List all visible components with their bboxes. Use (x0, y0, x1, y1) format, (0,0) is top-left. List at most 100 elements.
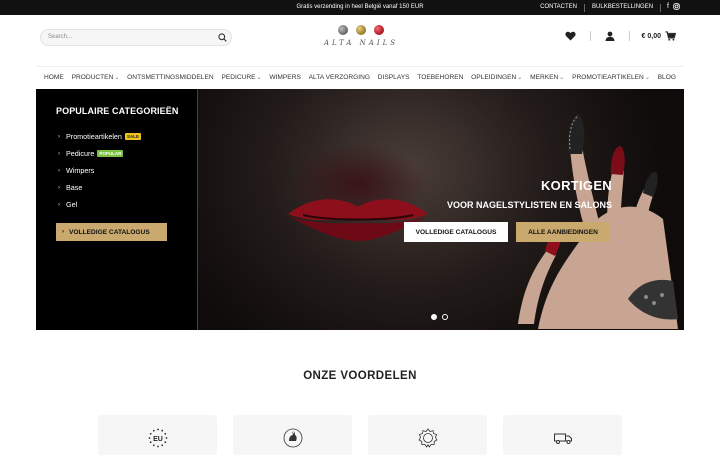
chevron-down-icon: ⌄ (517, 75, 523, 81)
logo-dot (338, 25, 348, 35)
nav-item-label: BLOG (657, 74, 676, 81)
full-catalog-button[interactable]: › VOLLEDIGE CATALOGUS (56, 223, 167, 241)
social-links: f (667, 3, 680, 12)
category-item[interactable]: › Pedicure POPULAR (58, 145, 141, 162)
chevron-right-icon: › (58, 184, 60, 191)
chevron-right-icon: › (58, 133, 60, 140)
advantage-card (503, 415, 622, 455)
hero-slide[interactable]: KORTIGEN VOOR NAGELSTYLISTEN EN SALONS V… (198, 89, 684, 330)
category-label: Base (66, 183, 83, 192)
cart-total: € 0,00 (641, 32, 661, 40)
cruelty-free-icon (283, 428, 303, 448)
nav-item-producten[interactable]: PRODUCTEN⌄ (72, 74, 120, 81)
nav-item-pedicure[interactable]: PEDICURE⌄ (221, 74, 261, 81)
nav-item-promotieartikelen[interactable]: PROMOTIEARTIKELEN⌄ (572, 74, 650, 81)
hero-banner: POPULAIRE CATEGORIEËN › Promotieartikelen… (36, 89, 684, 330)
chevron-down-icon: ⌄ (644, 75, 650, 81)
site-logo[interactable]: ALTA NAILS (316, 25, 406, 55)
slide-offers-button[interactable]: ALLE AANBIEDINGEN (516, 222, 610, 242)
nav-item-ontsmettingsmiddelen[interactable]: ONTSMETTINGSMIDDELEN (127, 74, 213, 81)
nav-item-wimpers[interactable]: WIMPERS (269, 74, 301, 81)
search-icon[interactable] (218, 33, 227, 42)
search-input[interactable]: Search... (40, 29, 232, 46)
logo-dots (316, 25, 406, 35)
category-item[interactable]: › Gel (58, 196, 141, 213)
nav-item-label: ALTA VERZORGING (308, 74, 370, 81)
eu-icon: EU (148, 428, 168, 448)
contact-link[interactable]: CONTACTEN (533, 0, 584, 15)
nav-item-alta-verzorging[interactable]: ALTA VERZORGING (309, 74, 370, 81)
bulk-orders-link[interactable]: BULKBESTELLINGEN (585, 0, 660, 15)
categories-title: POPULAIRE CATEGORIEËN (56, 106, 179, 116)
nav-item-label: PEDICURE (221, 74, 256, 81)
slider-dots (431, 314, 448, 320)
site-header: Search... ALTA NAILS € 0,00 (0, 15, 720, 65)
main-nav: HOME PRODUCTEN⌄ ONTSMETTINGSMIDDELEN PEDICU… (36, 66, 684, 88)
nav-item-opleidingen[interactable]: OPLEIDINGEN⌄ (471, 74, 522, 81)
popular-categories-panel: POPULAIRE CATEGORIEËN › Promotieartikelen… (36, 89, 198, 330)
chevron-down-icon: ⌄ (559, 75, 565, 81)
cart-button[interactable]: € 0,00 (642, 31, 676, 41)
divider (589, 31, 591, 41)
category-badge: SALE (124, 133, 141, 140)
category-badge: POPULAR (97, 150, 124, 157)
nav-item-blog[interactable]: BLOG (658, 74, 676, 81)
slide-catalog-button[interactable]: VOLLEDIGE CATALOGUS (404, 222, 508, 242)
facebook-icon[interactable]: f (667, 3, 669, 12)
delivery-truck-icon (554, 433, 572, 444)
nav-item-label: TOEBEHOREN (417, 74, 464, 81)
advantage-card (233, 415, 352, 455)
nav-item-label: PRODUCTEN (71, 74, 114, 81)
search-placeholder: Search... (48, 34, 73, 40)
divider (660, 3, 662, 12)
nav-item-label: DISPLAYS (377, 74, 410, 81)
category-label: Pedicure (66, 149, 95, 158)
account-icon[interactable] (603, 30, 617, 42)
category-label: Gel (66, 200, 78, 209)
instagram-icon[interactable] (673, 3, 680, 12)
slide-subtitle: VOOR NAGELSTYLISTEN EN SALONS (446, 200, 612, 210)
cart-icon (665, 31, 676, 41)
category-item[interactable]: › Base (58, 179, 141, 196)
nav-item-merken[interactable]: MERKEN⌄ (530, 74, 564, 81)
nail-art-hand-image (518, 114, 678, 329)
category-label: Promotieartikelen (66, 132, 122, 141)
slider-dot-1[interactable] (431, 314, 437, 320)
top-links: CONTACTEN BULKBESTELLINGEN f (533, 0, 680, 15)
chevron-right-icon: › (62, 229, 64, 235)
logo-text: ALTA NAILS (323, 39, 399, 47)
chevron-right-icon: › (58, 150, 60, 157)
chevron-right-icon: › (58, 201, 60, 208)
nav-item-home[interactable]: HOME (44, 74, 64, 81)
eu-label: EU (153, 436, 163, 443)
header-actions: € 0,00 (564, 30, 676, 42)
advantage-card (368, 415, 487, 455)
top-bar: Gratis verzending in heel België vanaf 1… (0, 0, 720, 15)
nav-item-label: ONTSMETTINGSMIDDELEN (127, 74, 214, 81)
nav-item-label: MERKEN (530, 74, 559, 81)
nav-item-toebehoren[interactable]: TOEBEHOREN (417, 74, 463, 81)
slide-title: KORTIGEN (540, 178, 612, 193)
wishlist-icon[interactable] (564, 30, 578, 42)
quality-badge-icon (418, 428, 438, 448)
chevron-right-icon: › (58, 167, 60, 174)
nav-item-label: OPLEIDINGEN (471, 74, 517, 81)
category-item[interactable]: › Promotieartikelen SALE (58, 128, 141, 145)
nav-item-label: WIMPERS (269, 74, 301, 81)
category-label: Wimpers (66, 166, 95, 175)
chevron-down-icon: ⌄ (114, 75, 120, 81)
chevron-down-icon: ⌄ (256, 75, 262, 81)
advantages-cards: EU (98, 415, 622, 455)
advantage-card: EU (98, 415, 217, 455)
divider (628, 31, 630, 41)
category-item[interactable]: › Wimpers (58, 162, 141, 179)
full-catalog-label: VOLLEDIGE CATALOGUS (69, 228, 150, 236)
logo-dot (374, 25, 384, 35)
logo-dot (356, 25, 366, 35)
categories-list: › Promotieartikelen SALE › Pedicure POPULAR › W… (58, 128, 141, 213)
nav-item-label: HOME (44, 74, 64, 81)
nav-item-label: PROMOTIEARTIKELEN (572, 74, 644, 81)
slider-dot-2[interactable] (442, 314, 448, 320)
advantages-title: ONZE VOORDELEN (303, 370, 417, 382)
nav-item-displays[interactable]: DISPLAYS (378, 74, 410, 81)
